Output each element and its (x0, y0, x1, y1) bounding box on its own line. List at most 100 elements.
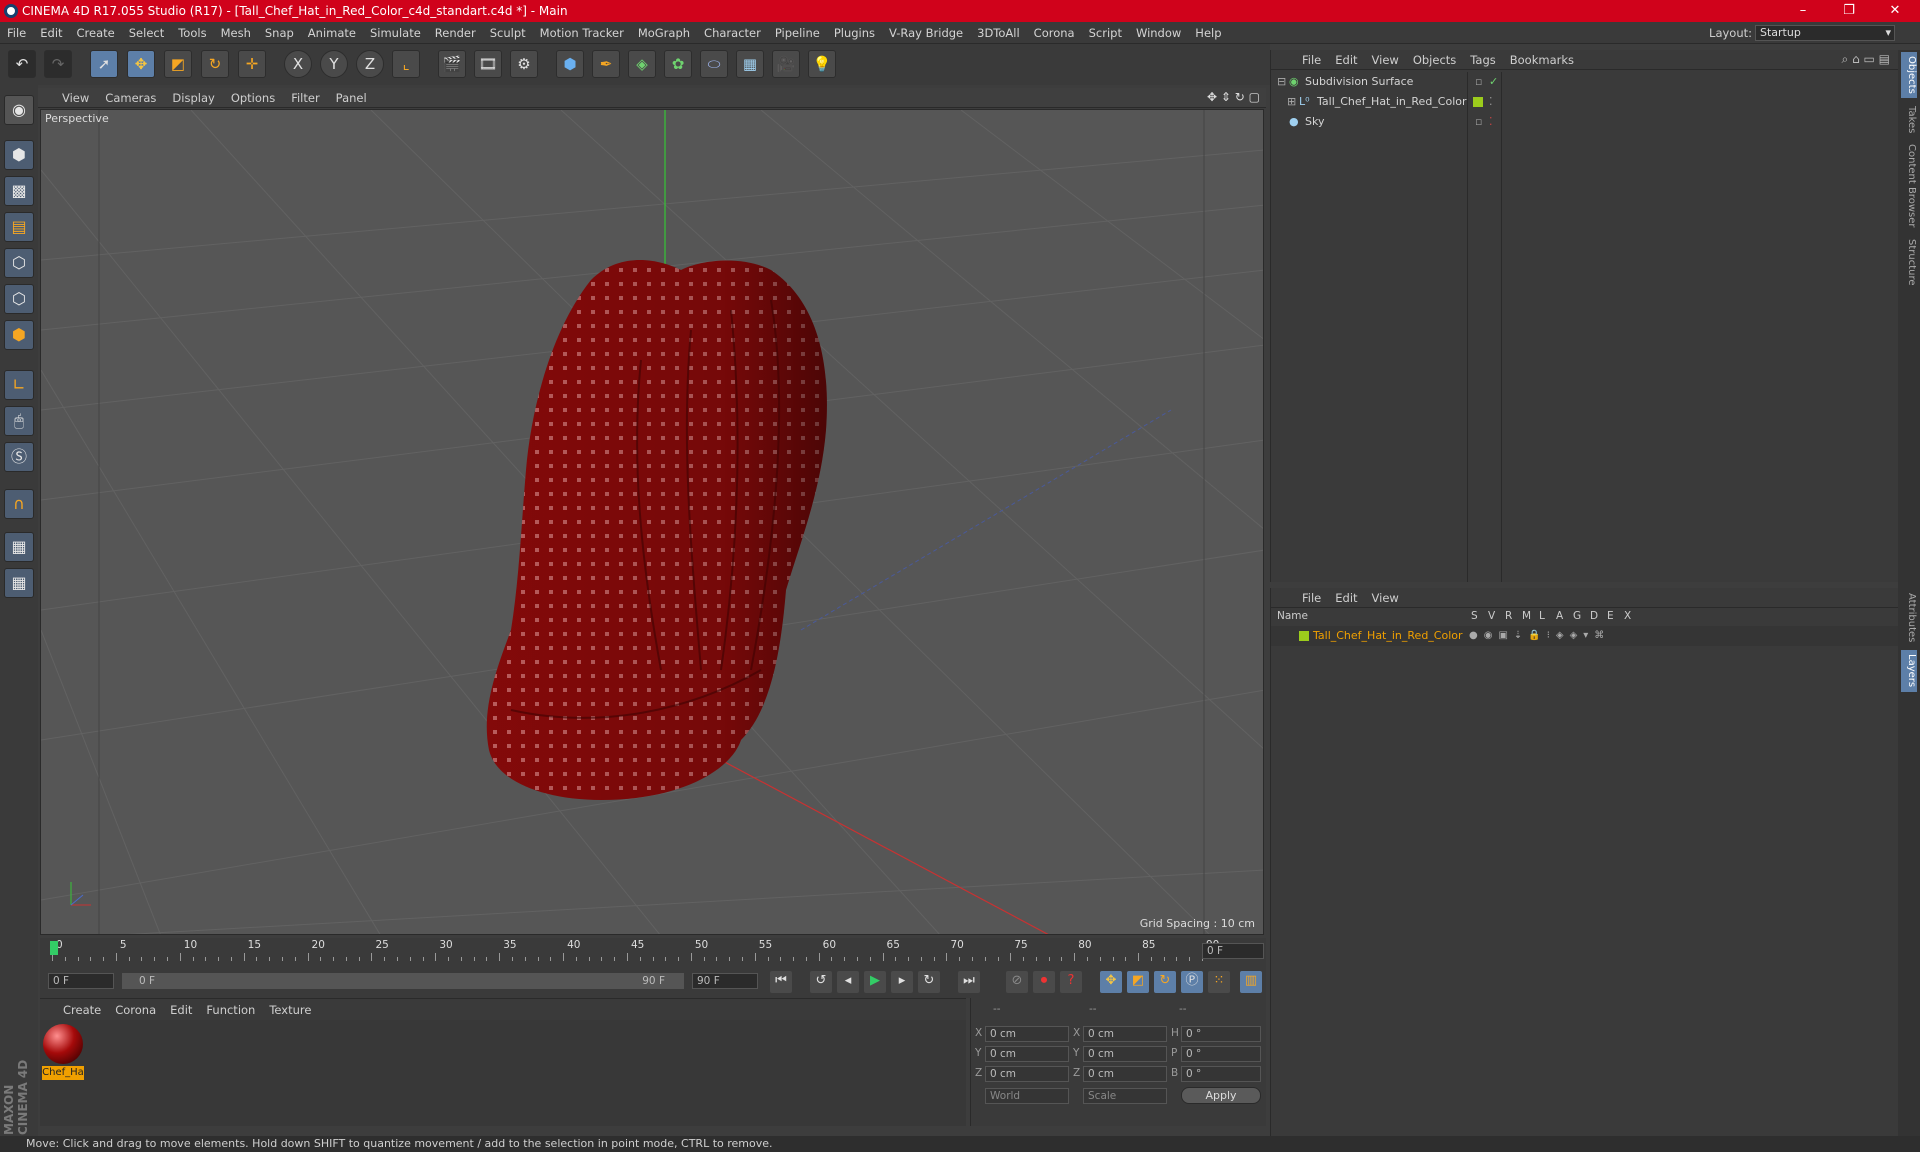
menu-edit[interactable]: Edit (33, 22, 69, 44)
objects-menu-objects[interactable]: Objects (1406, 50, 1463, 70)
render-dot-icon[interactable]: ⁚ (1489, 112, 1493, 132)
next-frame-button[interactable]: ▸ (891, 971, 913, 993)
apply-button[interactable]: Apply (1181, 1087, 1261, 1104)
menu-vray-bridge[interactable]: V-Ray Bridge (882, 22, 970, 44)
layer-row[interactable]: Tall_Chef_Hat_in_Red_Color ●◉▣⇣🔒⁝◈◈▾⌘ (1271, 626, 1899, 646)
playhead-marker[interactable] (50, 941, 58, 955)
tab-objects[interactable]: Objects (1901, 52, 1917, 98)
tab-structure[interactable]: Structure (1901, 234, 1917, 290)
add-nurbs-button[interactable]: ◈ (628, 50, 656, 78)
pos-x-field[interactable]: 0 cm (985, 1026, 1069, 1042)
render-view-button[interactable]: 🎬 (438, 50, 466, 78)
menu-corona[interactable]: Corona (1027, 22, 1082, 44)
menu-character[interactable]: Character (697, 22, 768, 44)
minimize-button[interactable]: – (1780, 0, 1826, 22)
viewport-perspective[interactable]: Perspective Grid Spacing : 10 cm (40, 109, 1264, 935)
add-deformer-button[interactable]: ⬭ (700, 50, 728, 78)
size-x-field[interactable]: 0 cm (1083, 1026, 1167, 1042)
material-menu-edit[interactable]: Edit (163, 999, 199, 1021)
add-light-button[interactable]: 💡 (808, 50, 836, 78)
render-picture-viewer-button[interactable]: 🎞 (474, 50, 502, 78)
object-row-subdivision[interactable]: ⊟ ◉ Subdivision Surface ▫ ✓ (1271, 72, 1899, 92)
goto-end-button[interactable]: ⏭ (958, 971, 980, 993)
objects-menu-edit[interactable]: Edit (1328, 50, 1364, 70)
frame-range-slider[interactable]: 0 F 90 F (122, 973, 684, 989)
menu-3dtoall[interactable]: 3DToAll (970, 22, 1027, 44)
menu-snap[interactable]: Snap (258, 22, 301, 44)
current-frame-field[interactable]: 0 F (1202, 943, 1264, 959)
timeline-ruler[interactable]: 051015202530354045505560657075808590 0 F (40, 938, 1266, 964)
close-button[interactable]: ✕ (1872, 0, 1918, 22)
viewport-menu-view[interactable]: View (54, 88, 97, 108)
material-menu-function[interactable]: Function (199, 999, 262, 1021)
chef-hat-model[interactable] (486, 260, 827, 800)
axis-mode-button[interactable]: ∟ (4, 370, 34, 400)
add-cube-button[interactable]: ⬢ (556, 50, 584, 78)
coord-system-select[interactable]: World (985, 1088, 1069, 1104)
menu-motion-tracker[interactable]: Motion Tracker (533, 22, 631, 44)
viewport-menu-display[interactable]: Display (164, 88, 222, 108)
menu-mograph[interactable]: MoGraph (631, 22, 697, 44)
points-mode-button[interactable]: ⬡ (4, 248, 34, 278)
end-frame-field[interactable]: 90 F (692, 973, 758, 989)
menu-tools[interactable]: Tools (171, 22, 213, 44)
texture-mode-button[interactable]: ▩ (4, 176, 34, 206)
workplane-align-button[interactable]: ▦ (4, 568, 34, 598)
pos-y-field[interactable]: 0 cm (985, 1046, 1069, 1062)
objects-menu-view[interactable]: View (1365, 50, 1406, 70)
add-spline-button[interactable]: ✒ (592, 50, 620, 78)
object-row-chef-hat[interactable]: ⊞ L⁰ Tall_Chef_Hat_in_Red_Color ⁚ (1271, 92, 1899, 112)
size-mode-select[interactable]: Scale (1083, 1088, 1167, 1104)
layer-color-swatch[interactable] (1299, 631, 1309, 641)
y-axis-lock-button[interactable]: Y (320, 50, 348, 78)
autokey-button[interactable]: ⏺ (1033, 971, 1055, 993)
visibility-dots-icon[interactable]: ⁚ (1489, 92, 1493, 112)
tab-attributes[interactable]: Attributes (1901, 590, 1917, 646)
material-menu-create[interactable]: Create (56, 999, 108, 1021)
object-row-sky[interactable]: ● Sky ▫ ⁚ (1271, 112, 1899, 132)
add-array-button[interactable]: ✿ (664, 50, 692, 78)
objects-menu-file[interactable]: File (1295, 50, 1328, 70)
viewport-menu-options[interactable]: Options (223, 88, 283, 108)
keyframe-selection-button[interactable]: ? (1060, 971, 1082, 993)
object-manager-nav-icons[interactable]: ⌕ ⌂ ▭ ▤ (1842, 52, 1890, 67)
coordinate-system-button[interactable]: ⌞ (392, 50, 420, 78)
snap-button[interactable]: Ⓢ (4, 442, 34, 472)
move-tool-button[interactable]: ✥ (127, 50, 155, 78)
timeline-window-button[interactable]: ▥ (1240, 971, 1262, 993)
make-editable-button[interactable]: ◉ (4, 95, 34, 125)
layout-select[interactable]: Startup ▾ (1755, 25, 1895, 41)
x-axis-lock-button[interactable]: X (284, 50, 312, 78)
menu-mesh[interactable]: Mesh (214, 22, 258, 44)
rotate-tool-button[interactable]: ↻ (201, 50, 229, 78)
start-frame-field[interactable]: 0 F (48, 973, 114, 989)
key-pla-button[interactable]: ⁙ (1208, 971, 1230, 993)
viewport-menu-filter[interactable]: Filter (283, 88, 327, 108)
rot-p-field[interactable]: 0 ° (1181, 1046, 1261, 1062)
menu-pipeline[interactable]: Pipeline (768, 22, 827, 44)
objects-menu-bookmarks[interactable]: Bookmarks (1503, 50, 1581, 70)
menu-help[interactable]: Help (1188, 22, 1228, 44)
menu-file[interactable]: File (0, 22, 33, 44)
menu-render[interactable]: Render (428, 22, 483, 44)
model-mode-button[interactable]: ⬢ (4, 140, 34, 170)
menu-sculpt[interactable]: Sculpt (483, 22, 533, 44)
key-parameter-button[interactable]: Ⓟ (1181, 971, 1203, 993)
tab-takes[interactable]: Takes (1901, 102, 1917, 138)
viewport-menu-panel[interactable]: Panel (328, 88, 375, 108)
tab-content-browser[interactable]: Content Browser (1901, 142, 1917, 230)
tweak-mode-button[interactable]: 🖱 (4, 406, 34, 436)
add-camera-button[interactable]: 🎥 (772, 50, 800, 78)
prev-frame-button[interactable]: ◂ (837, 971, 859, 993)
layers-menu-edit[interactable]: Edit (1328, 588, 1364, 608)
menu-create[interactable]: Create (70, 22, 122, 44)
next-key-button[interactable]: ↻ (918, 971, 940, 993)
layers-menu-file[interactable]: File (1295, 588, 1328, 608)
size-y-field[interactable]: 0 cm (1083, 1046, 1167, 1062)
enabled-check-icon[interactable]: ✓ (1489, 72, 1498, 92)
add-scene-button[interactable]: ▦ (736, 50, 764, 78)
menu-plugins[interactable]: Plugins (827, 22, 882, 44)
viewport-menu-cameras[interactable]: Cameras (97, 88, 164, 108)
menu-window[interactable]: Window (1129, 22, 1188, 44)
play-button[interactable]: ▶ (864, 971, 886, 993)
